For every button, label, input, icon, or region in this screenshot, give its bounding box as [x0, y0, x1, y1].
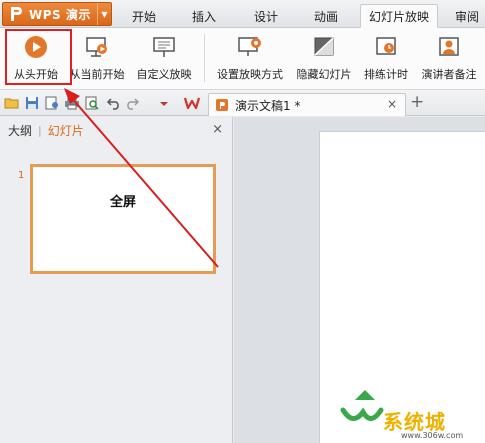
- watermark-url: www.306w.com: [401, 431, 464, 440]
- tab-insert[interactable]: 插入: [178, 4, 230, 28]
- new-tab-button[interactable]: +: [410, 92, 424, 112]
- rehearse-timer-icon: [373, 34, 399, 60]
- panel-tab-separator: |: [38, 123, 42, 137]
- slide-show-ribbon: 从头开始 从当前开始 自定义放映 设置放映方式 隐藏幻灯片 排练计时 演讲者备注: [0, 28, 485, 90]
- app-name: WPS 演示: [29, 7, 91, 22]
- tab-slides[interactable]: 幻灯片: [48, 122, 84, 139]
- watermark: 系统城 www.306w.com: [335, 390, 485, 443]
- quick-access-toolbar: 演示文稿1 * × +: [0, 90, 485, 116]
- annotation-highlight-box: [5, 29, 72, 85]
- tab-review[interactable]: 审阅: [445, 4, 485, 28]
- slide-thumbnail-text: 全屏: [109, 195, 136, 210]
- ribbon-divider: [204, 34, 205, 82]
- save-as-icon[interactable]: [44, 95, 60, 111]
- document-tab[interactable]: 演示文稿1 * ×: [208, 93, 406, 116]
- rehearse-timings-button[interactable]: 排练计时: [360, 30, 412, 86]
- presenter-notes-button[interactable]: 演讲者备注: [416, 30, 482, 86]
- presenter-notes-icon: [436, 34, 462, 60]
- hide-slide-label: 隐藏幻灯片: [296, 68, 352, 81]
- presentation-file-icon: [215, 98, 229, 112]
- tab-slide-show[interactable]: 幻灯片放映: [360, 4, 438, 28]
- custom-show-icon: [151, 34, 177, 60]
- ribbon-tab-bar: WPS 演示 ▼ 开始 插入 设计 动画 幻灯片放映 审阅: [0, 0, 485, 28]
- from-current-label: 从当前开始: [69, 68, 125, 81]
- custom-show-button[interactable]: 自定义放映: [132, 30, 196, 86]
- customize-toolbar-icon[interactable]: [156, 95, 172, 111]
- tab-animation[interactable]: 动画: [300, 4, 352, 28]
- print-icon[interactable]: [64, 95, 80, 111]
- print-preview-icon[interactable]: [84, 95, 100, 111]
- slide-thumbnail[interactable]: 全屏: [30, 164, 216, 274]
- open-folder-icon[interactable]: [4, 95, 20, 111]
- close-document-icon[interactable]: ×: [387, 97, 397, 111]
- rehearse-timings-label: 排练计时: [364, 68, 408, 81]
- tab-outline[interactable]: 大纲: [8, 122, 32, 139]
- document-title: 演示文稿1 *: [235, 98, 301, 113]
- undo-icon[interactable]: [106, 95, 122, 111]
- panel-tabs: 大纲 | 幻灯片 ×: [0, 117, 233, 143]
- tab-design[interactable]: 设计: [240, 4, 292, 28]
- wps-logo-icon: [7, 4, 25, 24]
- hide-slide-icon: [311, 34, 337, 60]
- tab-home[interactable]: 开始: [118, 4, 170, 28]
- wps-w-logo-icon[interactable]: [184, 95, 200, 111]
- hide-slide-button[interactable]: 隐藏幻灯片: [292, 30, 356, 86]
- setup-show-icon: [237, 34, 263, 60]
- save-icon[interactable]: [24, 95, 40, 111]
- custom-show-label: 自定义放映: [136, 68, 192, 81]
- setup-show-button[interactable]: 设置放映方式: [212, 30, 288, 86]
- from-current-button[interactable]: 从当前开始: [66, 30, 128, 86]
- presenter-notes-label: 演讲者备注: [421, 68, 477, 81]
- slides-panel: 大纲 | 幻灯片 × 1 全屏: [0, 117, 233, 443]
- slide-number: 1: [18, 170, 25, 181]
- setup-show-label: 设置放映方式: [217, 68, 283, 81]
- close-panel-icon[interactable]: ×: [212, 122, 223, 137]
- app-menu-button[interactable]: WPS 演示 ▼: [2, 2, 112, 26]
- redo-icon[interactable]: [124, 95, 140, 111]
- screen-play-icon: [84, 34, 110, 60]
- app-menu-dropdown-icon[interactable]: ▼: [97, 3, 111, 25]
